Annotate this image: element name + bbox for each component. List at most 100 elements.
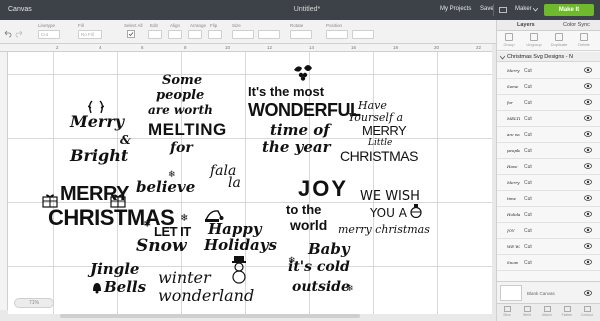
layer-row[interactable]: people Cut [497,143,600,159]
eye-icon[interactable] [584,195,592,201]
some-people-line1[interactable]: Some [162,74,202,87]
we-wish-line1[interactable]: WE WISH [360,190,420,203]
wonderful-line2[interactable]: WONDERFUL [248,101,361,119]
let-it-snow-line2[interactable]: Snow [136,238,187,255]
eye-icon[interactable] [584,99,592,105]
happy-holidays-line2[interactable]: Holidays [204,238,277,253]
attach-button[interactable]: Attach [539,306,555,317]
flip-menu[interactable] [208,30,222,39]
slice-button[interactable]: Slice [499,306,515,317]
some-people-line4[interactable]: MELTING [148,121,227,138]
edit-menu[interactable] [148,30,162,39]
wonderful-line3[interactable]: time of [270,123,330,138]
merry-bright-line2[interactable]: & [120,134,131,146]
layer-row[interactable]: time Cut [497,191,600,207]
have-yourself-line1[interactable]: Have [358,100,387,111]
joy-line3[interactable]: world [290,218,327,232]
merry-christmas-line1[interactable]: MERRY [60,184,129,204]
happy-holidays-line1[interactable]: Happy [208,222,262,237]
wonderful-line1[interactable]: It's the most [248,85,324,98]
rotate-field[interactable] [290,30,312,39]
contour-button[interactable]: Contour [579,306,595,317]
we-wish-line2[interactable]: YOU A [370,207,407,219]
group-button[interactable]: Group [499,33,519,47]
have-yourself-line4[interactable]: Little [368,139,392,148]
arrange-menu[interactable] [188,30,202,39]
have-yourself-line5[interactable]: CHRISTMAS [340,149,418,163]
zoom-control[interactable]: 71% [14,298,54,308]
size-height-field[interactable] [258,30,280,39]
size-width-field[interactable] [232,30,254,39]
eye-icon[interactable] [584,115,592,121]
design-canvas[interactable]: Merry & Bright Some people are worth MEL… [8,52,492,314]
layer-row[interactable]: Holidays Cut [497,207,600,223]
eye-icon[interactable] [584,290,592,296]
position-x-field[interactable] [326,30,348,39]
baby-cold-line1[interactable]: Baby [308,242,350,257]
tab-color-sync[interactable]: Color Sync [563,22,590,28]
eye-icon[interactable] [584,163,592,169]
eye-icon[interactable] [584,83,592,89]
align-menu[interactable] [168,30,182,39]
horizontal-scrollbar[interactable] [60,314,360,318]
flatten-button[interactable]: Flatten [559,306,575,317]
fala-la-line2[interactable]: la [228,176,241,190]
fill-select[interactable]: No Fill [78,30,102,39]
layer-row[interactable]: MELTING Cut [497,111,600,127]
eye-icon[interactable] [584,243,592,249]
layer-thumbnail: for [507,100,513,105]
layer-row[interactable]: JOY Cut [497,223,600,239]
blank-canvas-layer[interactable]: Blank Canvas [497,281,600,303]
linetype-select[interactable]: Cut [38,30,60,39]
redo-icon[interactable] [15,30,23,38]
layer-row[interactable]: Have Cut [497,159,600,175]
chevron-down-icon[interactable] [500,55,505,60]
machine-selector[interactable]: Maker [515,6,532,12]
layer-group-header[interactable]: Christmas Svg Designs - N [497,52,600,62]
winter-wonderland-line1[interactable]: winter [158,270,211,286]
wonderful-line4[interactable]: the year [262,140,330,155]
layer-row[interactable]: Merry Cut [497,63,600,79]
we-wish-line3[interactable]: merry christmas [338,224,430,235]
merry-bright-line1[interactable]: Merry [70,114,124,130]
have-yourself-line2[interactable]: Yourself a [348,112,403,123]
save-button[interactable]: Save [480,6,494,12]
duplicate-button[interactable]: Duplicate [549,33,569,47]
eye-icon[interactable] [584,259,592,265]
select-all-icon[interactable] [127,30,135,38]
believe-text[interactable]: believe [136,180,195,195]
eye-icon[interactable] [584,227,592,233]
jingle-bells-line2[interactable]: Bells [104,280,146,295]
eye-icon[interactable] [584,147,592,153]
layer-row[interactable]: are worth Cut [497,127,600,143]
joy-line1[interactable]: JOY [298,178,348,200]
layer-row[interactable]: Some Cut [497,79,600,95]
have-yourself-line3[interactable]: MERRY [362,124,407,137]
merry-bright-line3[interactable]: Bright [70,148,128,164]
layer-row[interactable]: Merry Cut [497,175,600,191]
layer-row[interactable]: WE WISH Cut [497,239,600,255]
some-people-line2[interactable]: people [156,89,204,102]
document-title-text[interactable]: Untitled* [294,6,320,13]
some-people-line3[interactable]: are worth [148,104,213,116]
layer-row[interactable]: Snow Cut [497,255,600,271]
tab-layers[interactable]: Layers [517,22,535,28]
eye-icon[interactable] [584,131,592,137]
winter-wonderland-line2[interactable]: wonderland [158,288,254,304]
layer-row[interactable]: for Cut [497,95,600,111]
joy-line2[interactable]: to the [286,203,321,216]
my-projects-link[interactable]: My Projects [440,6,471,12]
baby-cold-line3[interactable]: outside [292,280,350,294]
weld-button[interactable]: Weld [519,306,535,317]
baby-cold-line2[interactable]: it's cold [288,260,350,274]
eye-icon[interactable] [584,211,592,217]
eye-icon[interactable] [584,67,592,73]
position-y-field[interactable] [352,30,374,39]
make-it-button[interactable]: Make It [544,4,594,16]
delete-button[interactable]: Delete [574,33,594,47]
jingle-bells-line1[interactable]: Jingle [90,262,139,277]
eye-icon[interactable] [584,179,592,185]
ungroup-button[interactable]: Ungroup [524,33,544,47]
undo-icon[interactable] [4,30,12,38]
some-people-line5[interactable]: for [170,141,193,155]
